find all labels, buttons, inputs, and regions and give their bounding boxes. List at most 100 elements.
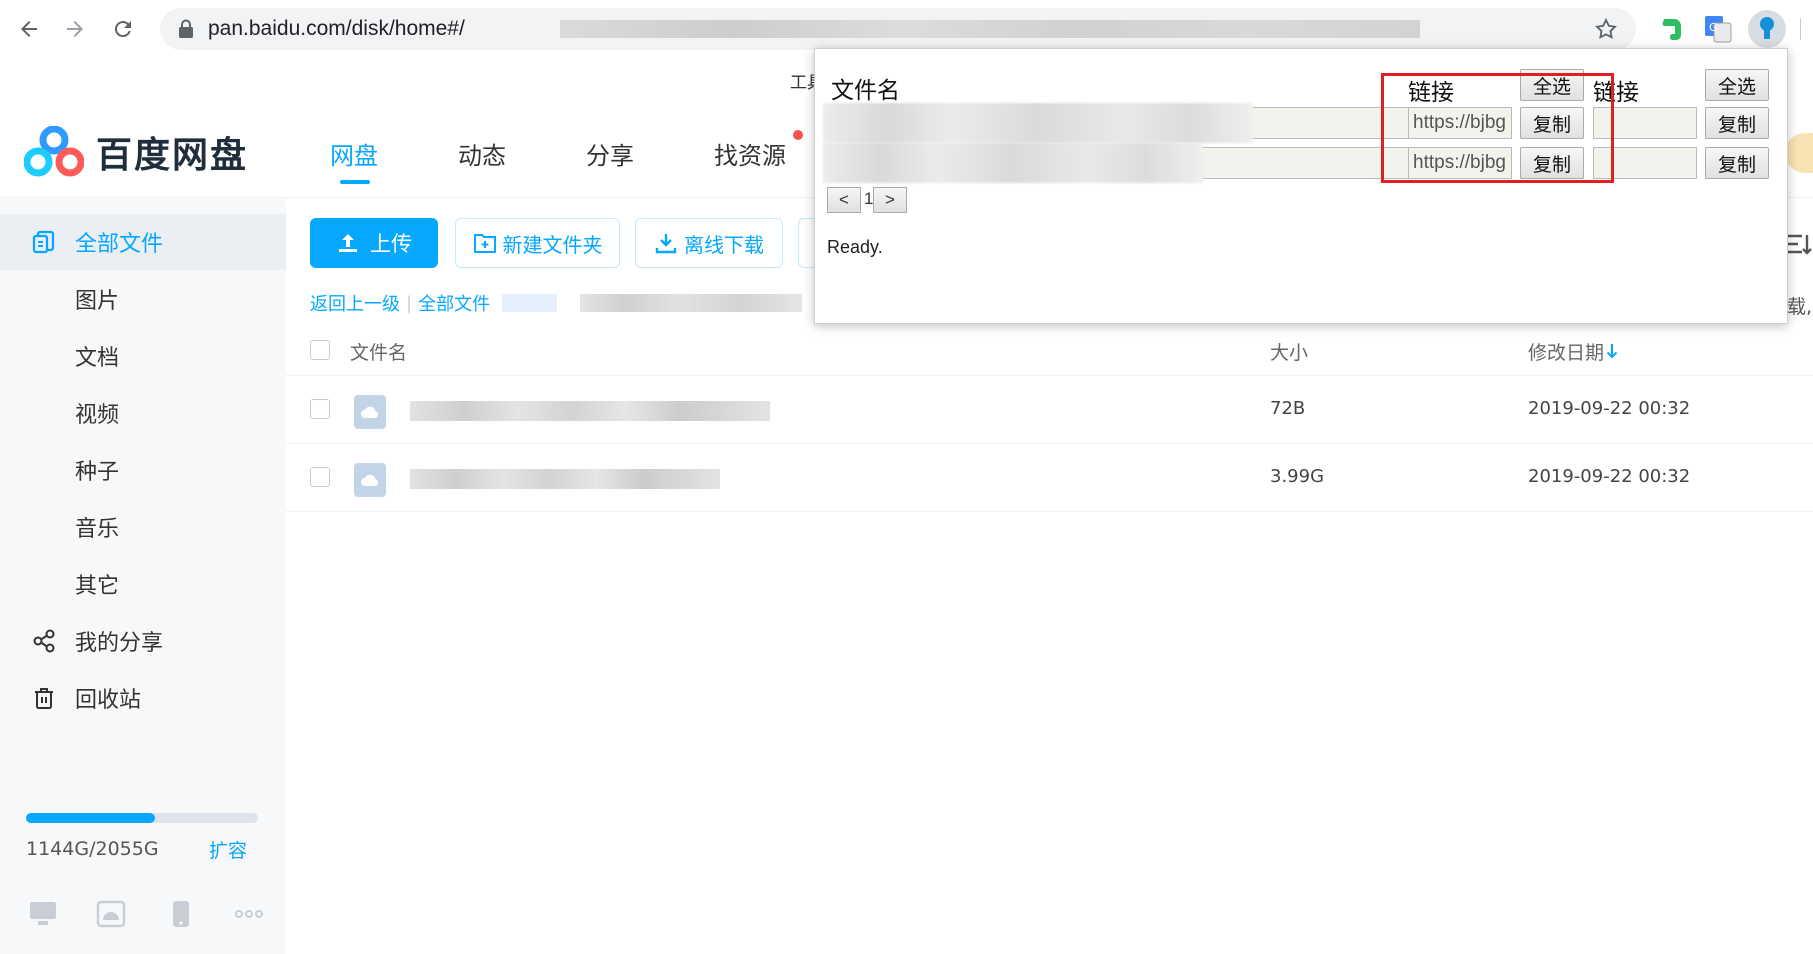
column-header-size[interactable]: 大小 xyxy=(1270,338,1308,365)
cloud-file-icon xyxy=(354,395,386,429)
logo[interactable]: 百度网盘 xyxy=(24,126,248,178)
next-page-button[interactable]: > xyxy=(873,187,907,213)
sidebar-item-recycle-bin[interactable]: 回收站 xyxy=(0,670,286,726)
view-toggle-icon[interactable] xyxy=(1786,232,1813,258)
upload-button[interactable]: 上传 xyxy=(310,218,438,268)
address-bar[interactable]: pan.baidu.com/disk/home#/ xyxy=(160,8,1636,50)
copy-button[interactable]: 复制 xyxy=(1705,107,1769,139)
nav-item-netdisk[interactable]: 网盘 xyxy=(330,136,378,184)
back-link[interactable]: 返回上一级 xyxy=(310,290,400,316)
prev-page-button[interactable]: < xyxy=(827,187,861,213)
popup-header-filename: 文件名 xyxy=(831,77,900,103)
file-name-redaction xyxy=(410,469,720,489)
upload-label: 上传 xyxy=(370,232,412,256)
sidebar-item-my-shares[interactable]: 我的分享 xyxy=(0,613,286,669)
sidebar-item-torrents[interactable]: 种子 xyxy=(0,442,286,498)
annotation-highlight-box xyxy=(1381,73,1614,183)
select-all-checkbox[interactable] xyxy=(310,340,330,360)
offline-download-button[interactable]: 离线下载 xyxy=(635,218,783,268)
sidebar-item-documents[interactable]: 文档 xyxy=(0,328,286,384)
table-row[interactable]: 72B 2019-09-22 00:32 xyxy=(286,377,1813,444)
download-icon xyxy=(655,234,677,254)
share-icon xyxy=(33,629,55,653)
forward-button[interactable] xyxy=(58,12,92,46)
new-folder-button[interactable]: 新建文件夹 xyxy=(455,218,620,268)
logo-text: 百度网盘 xyxy=(96,135,249,176)
file-modified-date: 2019-09-22 00:32 xyxy=(1528,466,1691,487)
sidebar-item-label: 回收站 xyxy=(75,688,142,713)
sidebar-item-all-files[interactable]: 全部文件 xyxy=(0,214,286,270)
sidebar-item-videos[interactable]: 视频 xyxy=(0,385,286,441)
back-button[interactable] xyxy=(12,12,46,46)
truncated-side-text: 载, xyxy=(1787,296,1813,318)
popup-status: Ready. xyxy=(827,237,883,257)
sidebar-item-label: 我的分享 xyxy=(75,631,164,656)
more-icon[interactable] xyxy=(234,900,264,928)
arrow-left-icon xyxy=(21,21,37,37)
main-nav: 网盘 动态 分享 找资源 xyxy=(330,136,866,184)
arrow-right-icon xyxy=(67,21,83,37)
filename-redaction xyxy=(823,103,1253,143)
copy-button[interactable]: 复制 xyxy=(1705,147,1769,179)
sidebar-item-label: 文档 xyxy=(75,346,120,371)
nav-item-share[interactable]: 分享 xyxy=(586,136,634,171)
row-checkbox[interactable] xyxy=(310,399,330,419)
extension-active-button[interactable] xyxy=(1748,10,1786,48)
file-modified-date: 2019-09-22 00:32 xyxy=(1528,398,1691,419)
nav-item-activity[interactable]: 动态 xyxy=(458,136,506,171)
storage-quota-fill xyxy=(26,813,155,823)
svg-text:G: G xyxy=(1709,21,1718,34)
sidebar-item-other[interactable]: 其它 xyxy=(0,556,286,612)
cloud-file-icon xyxy=(354,463,386,497)
notification-dot xyxy=(793,130,803,140)
desktop-icon[interactable] xyxy=(28,900,58,928)
trash-icon xyxy=(35,688,53,709)
upload-icon xyxy=(339,234,357,252)
sidebar-item-label: 种子 xyxy=(75,460,120,485)
sidebar-item-label: 其它 xyxy=(75,574,120,599)
select-all-button-2[interactable]: 全选 xyxy=(1705,69,1769,101)
toolbar-divider xyxy=(1800,18,1801,40)
column-header-name[interactable]: 文件名 xyxy=(350,338,407,365)
breadcrumb-path-redaction xyxy=(502,294,803,312)
new-folder-label: 新建文件夹 xyxy=(502,232,603,257)
sidebar-item-label: 图片 xyxy=(75,289,120,314)
reload-button[interactable] xyxy=(106,12,140,46)
sidebar-item-label: 音乐 xyxy=(75,517,120,542)
baidu-cloud-logo-icon xyxy=(24,126,84,177)
android-icon[interactable] xyxy=(96,900,126,928)
filename-redaction xyxy=(823,143,1203,183)
file-name-redaction xyxy=(410,401,770,421)
translate-icon[interactable]: G xyxy=(1702,13,1734,45)
storage-quota-text: 1144G/2055G xyxy=(26,838,159,860)
breadcrumb-separator: | xyxy=(406,292,413,314)
file-size: 72B xyxy=(1270,398,1306,419)
breadcrumb: 返回上一级 | 全部文件 xyxy=(310,290,803,316)
expand-storage-link[interactable]: 扩容 xyxy=(209,836,247,863)
storage-quota-bar xyxy=(26,813,258,823)
new-folder-icon xyxy=(473,234,496,253)
sidebar-item-label: 视频 xyxy=(75,403,120,428)
table-row[interactable]: 3.99G 2019-09-22 00:32 xyxy=(286,445,1813,512)
reload-icon xyxy=(114,21,131,38)
link-extractor-popup: 文件名 链接 全选 链接 全选 https://bjbg 复制 复制 https… xyxy=(814,48,1788,324)
files-icon xyxy=(32,230,55,254)
file-list-header: 文件名 大小 修改日期 xyxy=(286,326,1813,376)
url-redaction xyxy=(560,20,1420,38)
offline-download-label: 离线下载 xyxy=(684,232,764,257)
column-header-modified[interactable]: 修改日期 xyxy=(1528,338,1604,365)
sidebar-item-music[interactable]: 音乐 xyxy=(0,499,286,555)
sidebar-item-label: 全部文件 xyxy=(75,232,164,257)
star-icon[interactable] xyxy=(1594,17,1618,41)
file-size: 3.99G xyxy=(1270,466,1325,487)
bulb-icon xyxy=(1760,17,1774,39)
sort-desc-icon[interactable] xyxy=(1606,342,1618,360)
evernote-icon[interactable] xyxy=(1656,13,1688,45)
url-text: pan.baidu.com/disk/home#/ xyxy=(208,17,465,40)
all-files-link[interactable]: 全部文件 xyxy=(418,290,490,316)
sidebar-item-images[interactable]: 图片 xyxy=(0,271,286,327)
nav-item-find-resources[interactable]: 找资源 xyxy=(714,136,786,171)
lock-icon xyxy=(179,19,193,38)
row-checkbox[interactable] xyxy=(310,467,330,487)
mobile-icon[interactable] xyxy=(170,900,192,928)
